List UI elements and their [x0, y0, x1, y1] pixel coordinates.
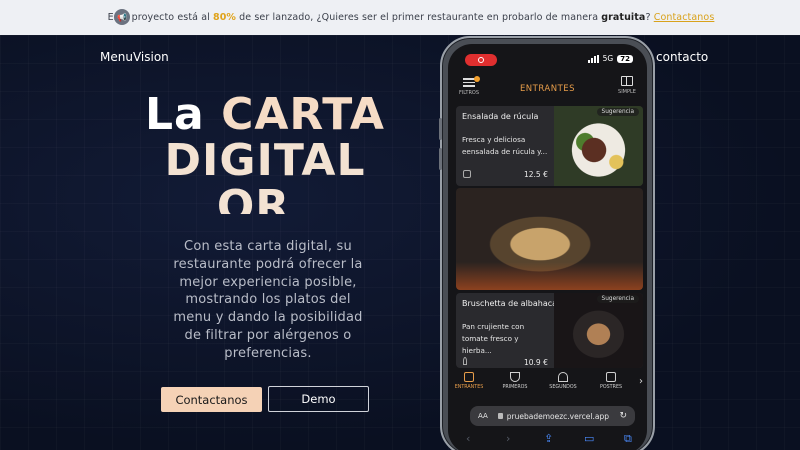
tab-label: SEGUNDOS: [549, 385, 577, 390]
bowl-icon: [510, 372, 520, 382]
dish-name: Ensalada de rúcula: [462, 112, 539, 121]
text-size-button[interactable]: AA: [478, 412, 488, 420]
headline-word-carta: CARTA: [221, 92, 385, 140]
brand-logo[interactable]: MenuVision: [100, 50, 169, 64]
share-icon[interactable]: ⇪: [544, 432, 553, 445]
browser-address-bar[interactable]: AA pruebademoezc.vercel.app ↻: [470, 406, 635, 426]
headline-word-la: La: [145, 92, 222, 140]
battery-icon: 72: [617, 54, 633, 63]
signal-icon: [587, 54, 599, 63]
tab-primeros[interactable]: PRIMEROS: [498, 372, 532, 390]
banner-text: Este proyecto está al 80% de ser lanzado…: [107, 12, 715, 23]
allergen-icon: [463, 357, 467, 365]
headline-word-qr: QR: [216, 181, 291, 215]
tab-label: PRIMEROS: [502, 385, 528, 390]
hero-description: Con esta carta digital, su restaurante p…: [173, 239, 363, 361]
banner-percent: 80%: [212, 12, 237, 23]
browser-toolbar: ‹ › ⇪ ▭ ⧉: [448, 432, 647, 450]
phone-volume-button: [439, 118, 442, 140]
app-header: FILTROS ENTRANTES SIMPLE: [448, 74, 647, 104]
tab-label: POSTRES: [599, 385, 623, 390]
cake-icon: [606, 372, 616, 382]
tab-entrantes[interactable]: ENTRANTES: [452, 372, 486, 390]
screen-recording-icon: [465, 54, 497, 66]
phone-mockup: 5G 72 FILTROS ENTRANTES SIMPLE Ensalada …: [439, 36, 655, 450]
banner-contact-link[interactable]: Contactanos: [654, 12, 715, 23]
phone-screen: 5G 72 FILTROS ENTRANTES SIMPLE Ensalada …: [448, 44, 647, 450]
category-tabbar: ENTRANTES PRIMEROS SEGUNDOS POSTRES ›: [448, 370, 647, 400]
nav-contact-link[interactable]: contacto: [656, 50, 708, 64]
contact-button[interactable]: Contactanos: [161, 387, 262, 412]
announcement-banner: 📢 Este proyecto está al 80% de ser lanza…: [0, 0, 800, 35]
dish-price: 12.5 €: [524, 170, 548, 179]
tab-label: ENTRANTES: [454, 385, 484, 390]
banner-bold-text: gratuita: [601, 12, 646, 23]
simple-view-button[interactable]: SIMPLE: [615, 76, 639, 95]
dish-image: Sugerencia: [554, 293, 643, 368]
phone-volume-button: [439, 148, 442, 170]
reload-icon[interactable]: ↻: [619, 411, 627, 421]
dish-name: Bruschetta de albahaca: [462, 299, 558, 308]
bookmarks-icon[interactable]: ▭: [584, 432, 594, 445]
simple-label: SIMPLE: [618, 89, 636, 95]
back-icon[interactable]: ‹: [466, 432, 470, 445]
dish-price: 10.9 €: [524, 358, 548, 367]
dish-image: Sugerencia: [554, 106, 643, 186]
grain-icon: [464, 372, 474, 382]
dish-card[interactable]: Ensalada de rúcula Fresca y deliciosa ee…: [456, 106, 643, 186]
tab-postres[interactable]: POSTRES: [594, 372, 628, 390]
lock-icon: [497, 413, 503, 419]
suggestion-badge: Sugerencia: [596, 295, 639, 303]
cloche-icon: [558, 372, 568, 382]
chevron-right-icon[interactable]: ›: [639, 376, 643, 387]
megaphone-icon: 📢: [114, 9, 130, 25]
dish-description: Pan crujiente con tomate fresco y hierba…: [462, 322, 525, 355]
typing-cursor: _: [290, 181, 314, 215]
allergen-icon: [463, 170, 471, 178]
filter-badge: [474, 76, 480, 82]
url-text: pruebademoezc.vercel.app: [506, 411, 609, 421]
dish-description: Fresca y deliciosa eensalada de rúcula y…: [462, 135, 548, 156]
demo-button[interactable]: Demo: [268, 386, 369, 412]
dish-card[interactable]: Bruschetta de albahaca Pan crujiente con…: [456, 293, 643, 368]
network-label: 5G: [602, 54, 614, 63]
headline-word-digital: DIGITAL: [164, 135, 366, 186]
dish-photo: [456, 188, 643, 290]
forward-icon[interactable]: ›: [506, 432, 510, 445]
status-bar: 5G 72: [448, 44, 647, 70]
tabs-icon[interactable]: ⧉: [624, 432, 632, 446]
suggestion-badge: Sugerencia: [596, 108, 639, 116]
tab-segundos[interactable]: SEGUNDOS: [546, 372, 580, 390]
book-icon: [621, 76, 633, 86]
hero-headline: La CARTA DIGITAL QR_: [120, 92, 410, 214]
